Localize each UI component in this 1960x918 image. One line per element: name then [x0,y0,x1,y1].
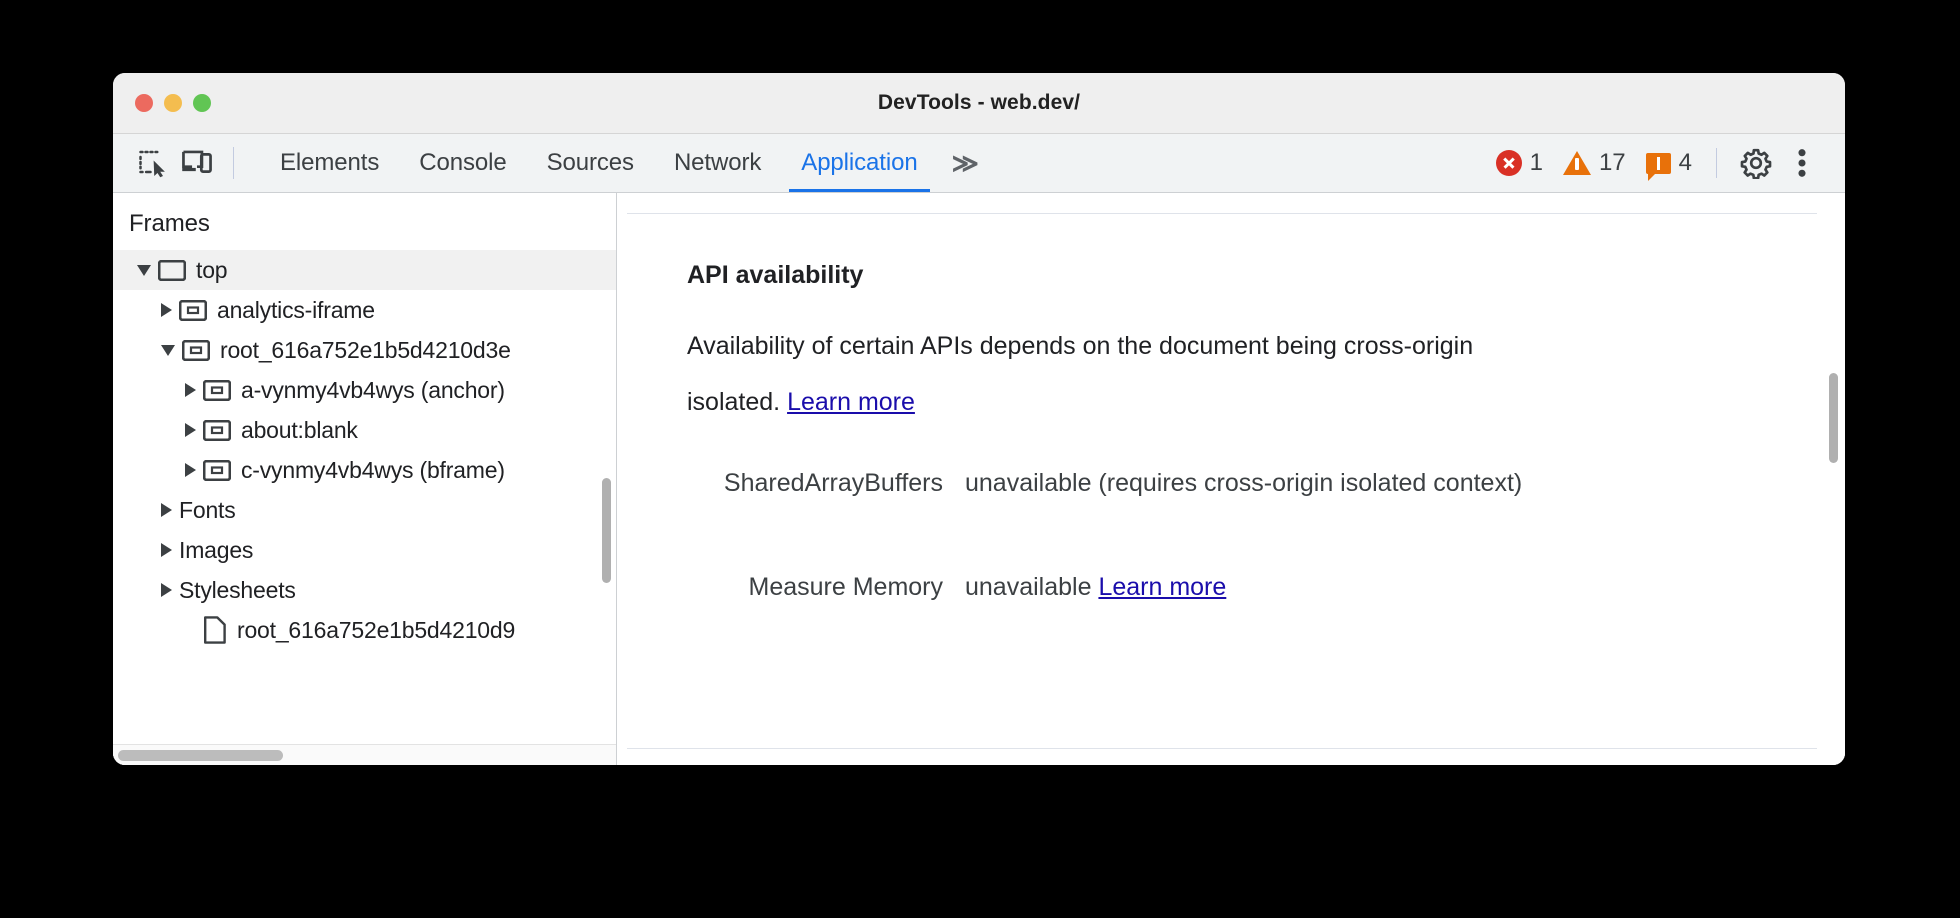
api-row-value: unavailable Learn more [965,559,1226,615]
tree-item-label: Images [179,537,253,564]
tree-item-images[interactable]: Images [113,530,616,570]
issue-icon [1646,153,1671,174]
issues-counter[interactable]: 4 [1646,149,1692,177]
section-divider-top [627,213,1817,214]
measure-memory-learn-more-link[interactable]: Learn more [1098,573,1226,601]
tab-sources[interactable]: Sources [527,134,654,192]
more-tabs-icon[interactable]: ≫ [938,134,993,192]
error-icon [1496,150,1522,176]
warning-counter[interactable]: 17 [1563,149,1626,177]
tree-item-label: Fonts [179,497,236,524]
devtools-toolbar: Elements Console Sources Network Applica… [113,134,1845,193]
traffic-light-buttons [135,94,211,112]
api-row-label: SharedArrayBuffers [687,455,965,511]
frame-icon [182,340,210,361]
tab-elements[interactable]: Elements [260,134,399,192]
api-row-value-text: unavailable [965,573,1098,601]
api-row-value: unavailable (requires cross-origin isola… [965,455,1522,511]
gear-icon[interactable] [1733,140,1779,186]
application-sidebar: Frames top analytics-ifr [113,193,617,765]
window-titlebar: DevTools - web.dev/ [113,73,1845,134]
tree-item-anchor-frame[interactable]: a-vynmy4vb4wys (anchor) [113,370,616,410]
tree-item-label: a-vynmy4vb4wys (anchor) [241,377,505,404]
chevron-right-icon[interactable] [161,543,172,557]
tab-network[interactable]: Network [654,134,781,192]
toolbar-divider-right [1716,148,1717,178]
learn-more-link[interactable]: Learn more [787,388,915,416]
issue-count: 4 [1679,149,1692,177]
devtools-window: DevTools - web.dev/ [113,73,1845,765]
tree-item-top[interactable]: top [113,250,616,290]
close-window-button[interactable] [135,94,153,112]
error-count: 1 [1530,149,1543,177]
tab-console[interactable]: Console [399,134,526,192]
toolbar-right-group: 1 17 4 [1496,140,1825,186]
minimize-window-button[interactable] [164,94,182,112]
screen: DevTools - web.dev/ [0,0,1960,918]
chevron-right-icon[interactable] [161,303,172,317]
api-row-measure-memory: Measure Memory unavailable Learn more [687,559,1557,615]
frame-icon [203,460,231,481]
document-icon [203,616,227,644]
frame-icon [179,300,207,321]
frame-icon [203,420,231,441]
warning-count: 17 [1599,149,1626,177]
panel-tabs: Elements Console Sources Network Applica… [260,134,993,192]
frame-icon [203,380,231,401]
chevron-right-icon[interactable] [185,383,196,397]
tree-item-label: analytics-iframe [217,297,375,324]
tree-item-stylesheets[interactable]: Stylesheets [113,570,616,610]
sidebar-section-title: Frames [113,193,616,250]
tree-item-analytics-iframe[interactable]: analytics-iframe [113,290,616,330]
inspect-element-icon[interactable] [131,141,175,185]
sidebar-vertical-scrollbar[interactable] [602,478,611,583]
kebab-menu-icon[interactable] [1779,140,1825,186]
tree-item-label: c-vynmy4vb4wys (bframe) [241,457,505,484]
sidebar-horizontal-scroll-thumb[interactable] [118,750,283,761]
warning-icon [1563,151,1591,175]
chevron-right-icon[interactable] [161,583,172,597]
api-row-label: Measure Memory [687,559,965,615]
api-availability-description: Availability of certain APIs depends on … [687,318,1527,430]
api-availability-rows: SharedArrayBuffers unavailable (requires… [687,455,1557,663]
section-heading-api-availability: API availability [687,261,863,290]
chevron-down-icon[interactable] [137,265,151,276]
chevron-right-icon[interactable] [185,463,196,477]
tree-item-fonts[interactable]: Fonts [113,490,616,530]
maximize-window-button[interactable] [193,94,211,112]
devtools-body: Frames top analytics-ifr [113,193,1845,765]
tree-item-label: root_616a752e1b5d4210d9 [237,617,515,644]
tree-item-label: about:blank [241,417,358,444]
chevron-right-icon[interactable] [161,503,172,517]
chevron-down-icon[interactable] [161,345,175,356]
chevron-right-icon[interactable] [185,423,196,437]
frame-details-panel: API availability Availability of certain… [617,193,1845,765]
tree-item-label: Stylesheets [179,577,296,604]
tree-item-label: top [196,257,227,284]
toolbar-divider [233,147,234,179]
device-toolbar-icon[interactable] [175,141,219,185]
api-row-shared-array-buffers: SharedArrayBuffers unavailable (requires… [687,455,1557,511]
tree-item-about-blank[interactable]: about:blank [113,410,616,450]
tab-application[interactable]: Application [781,134,937,192]
error-counter[interactable]: 1 [1496,149,1543,177]
no-chevron-spacer [185,630,196,631]
tree-item-bframe[interactable]: c-vynmy4vb4wys (bframe) [113,450,616,490]
window-title: DevTools - web.dev/ [113,91,1845,115]
main-vertical-scrollbar[interactable] [1829,373,1838,463]
tree-item-root-frame[interactable]: root_616a752e1b5d4210d3e [113,330,616,370]
tree-item-label: root_616a752e1b5d4210d3e [220,337,511,364]
tree-item-root-document[interactable]: root_616a752e1b5d4210d9 [113,610,616,650]
frames-tree: top analytics-iframe r [113,250,616,650]
section-divider-bottom [627,748,1817,749]
page-icon [158,260,186,281]
sidebar-horizontal-scrollbar[interactable] [113,744,616,765]
